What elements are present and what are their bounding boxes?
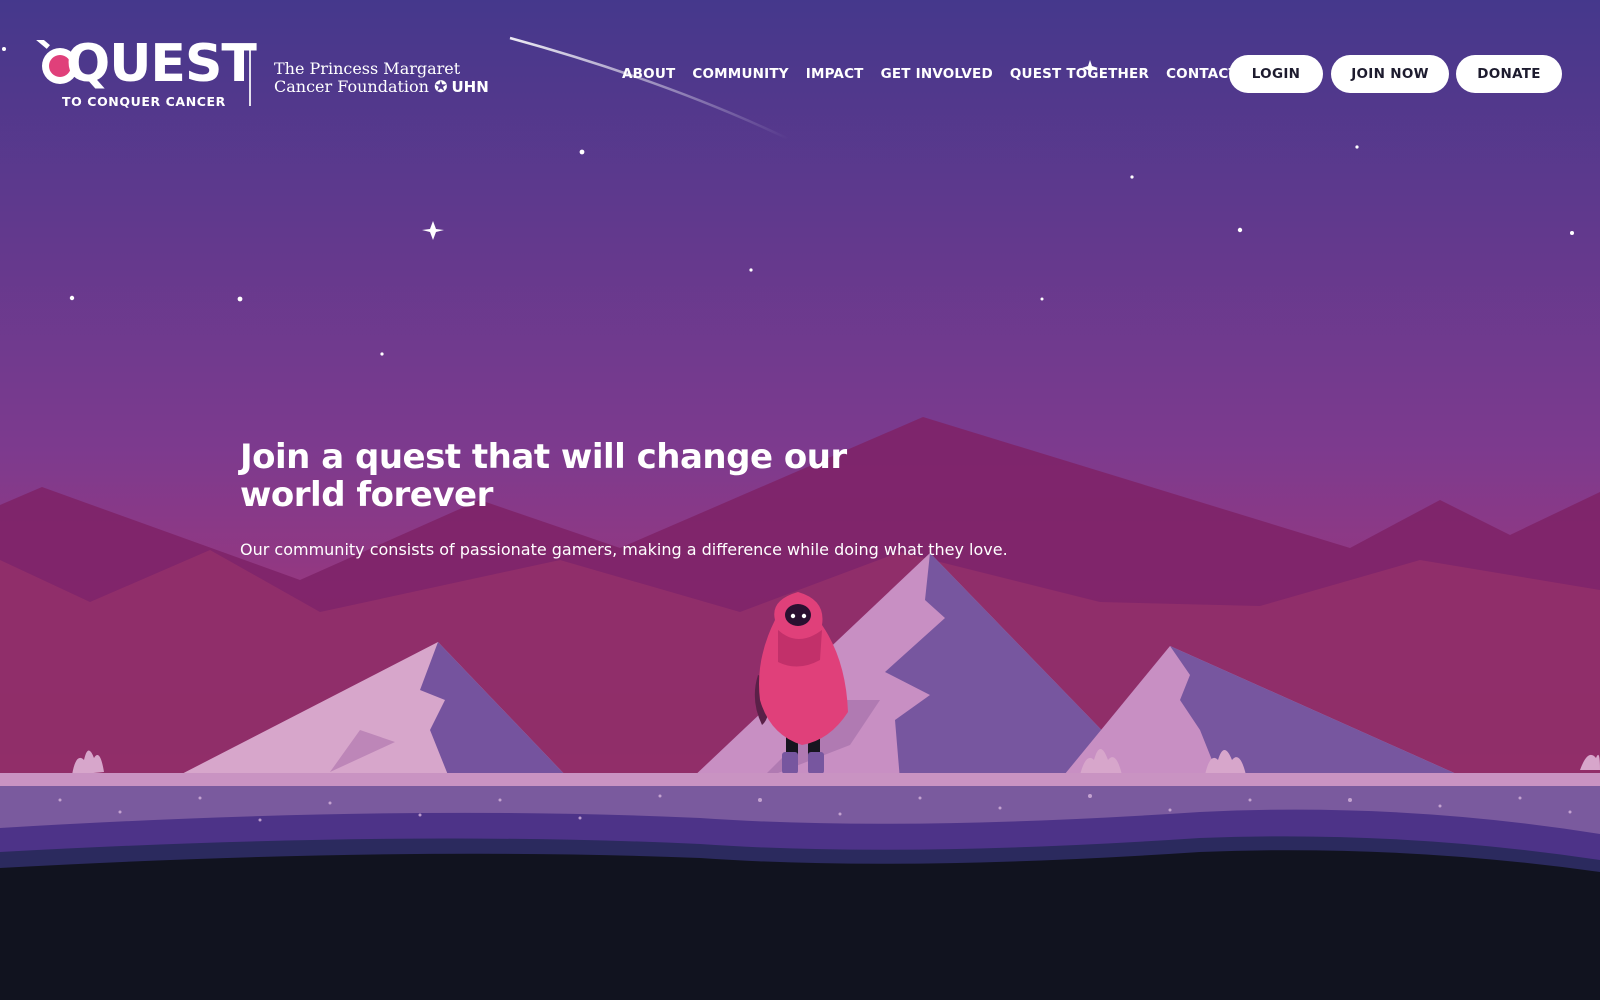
hero-subtitle: Our community consists of passionate gam… [240,540,1008,559]
partner-line-2: Cancer Foundation [274,77,429,96]
logo-tagline: TO CONQUER CANCER [62,94,226,109]
hero-title: Join a quest that will change our world … [240,438,1000,514]
donate-button[interactable]: DONATE [1456,55,1562,93]
quest-logo[interactable]: QUEST TO CONQUER CANCER [36,34,257,110]
nav-community[interactable]: COMMUNITY [692,66,788,82]
partner-line-1: The Princess Margaret [274,59,461,78]
nav-impact[interactable]: IMPACT [806,66,864,82]
nav-about[interactable]: ABOUT [622,66,675,82]
nav-contact[interactable]: CONTACT [1166,66,1238,82]
partner-logo[interactable]: The Princess Margaret Cancer Foundation … [274,59,489,97]
hero-title-line-2: world forever [240,475,493,515]
logo-divider [249,50,251,106]
main-nav: ABOUT COMMUNITY IMPACT GET INVOLVED QUES… [622,66,1238,82]
site-header: QUEST TO CONQUER CANCER The Princess Mar… [0,0,1600,130]
ground-top [0,773,1600,787]
hero-title-line-1: Join a quest that will change our [240,437,847,477]
uhn-mark: UHN [451,78,489,96]
footer-dark-band [0,850,1600,1000]
nav-quest-together[interactable]: QUEST TOGETHER [1010,66,1149,82]
logo-wordmark: QUEST [66,34,257,94]
uhn-swirl-icon: ✪ [434,77,448,96]
nav-get-involved[interactable]: GET INVOLVED [881,66,993,82]
hero-section: Join a quest that will change our world … [240,438,1008,559]
join-now-button[interactable]: JOIN NOW [1331,55,1449,93]
login-button[interactable]: LOGIN [1229,55,1323,93]
